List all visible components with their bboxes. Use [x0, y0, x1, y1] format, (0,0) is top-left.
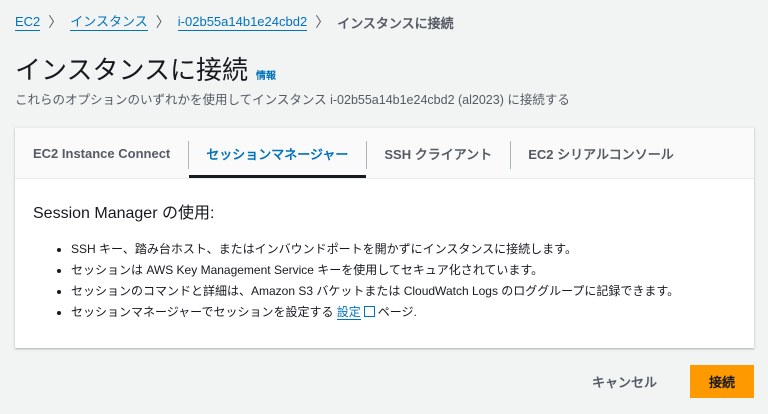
- feature-list: SSH キー、踏み台ホスト、またはインバウンドポートを開かずにインスタンスに接続…: [33, 239, 736, 323]
- tab-ec2-serial-console[interactable]: EC2 シリアルコンソール: [510, 128, 692, 178]
- list-item: セッションのコマンドと詳細は、Amazon S3 バケットまたは CloudWa…: [71, 281, 736, 302]
- settings-link[interactable]: 設定: [336, 305, 361, 320]
- connect-button[interactable]: 接続: [690, 365, 754, 398]
- list-item-text: セッションマネージャーでセッションを設定する: [71, 305, 337, 319]
- list-item: セッションマネージャーでセッションを設定する 設定 ページ.: [71, 302, 736, 323]
- page-title-text: インスタンスに接続: [15, 55, 248, 85]
- tab-list: EC2 Instance Connect セッションマネージャー SSH クライ…: [15, 128, 754, 179]
- chevron-right-icon: 〉: [48, 14, 63, 30]
- breadcrumb-instances[interactable]: インスタンス: [70, 14, 148, 31]
- tab-ec2-instance-connect[interactable]: EC2 Instance Connect: [15, 128, 188, 178]
- list-item: SSH キー、踏み台ホスト、またはインバウンドポートを開かずにインスタンスに接続…: [71, 239, 736, 260]
- page-subtitle: これらのオプションのいずれかを使用してインスタンス i-02b55a14b1e2…: [15, 93, 570, 107]
- tab-session-manager[interactable]: セッションマネージャー: [188, 128, 367, 178]
- list-item-text: ページ.: [377, 305, 417, 319]
- connect-panel: EC2 Instance Connect セッションマネージャー SSH クライ…: [15, 127, 754, 348]
- chevron-right-icon: 〉: [315, 14, 330, 30]
- breadcrumb-ec2[interactable]: EC2: [15, 14, 41, 31]
- external-link-icon[interactable]: [363, 306, 375, 317]
- info-link[interactable]: 情報: [256, 67, 276, 82]
- tab-ssh-client[interactable]: SSH クライアント: [366, 128, 510, 178]
- breadcrumb-instance-id[interactable]: i-02b55a14b1e24cbd2: [177, 14, 308, 31]
- chevron-right-icon: 〉: [155, 14, 170, 30]
- breadcrumb: EC2 〉 インスタンス 〉 i-02b55a14b1e24cbd2 〉 インス…: [15, 12, 454, 32]
- panel-heading: Session Manager の使用:: [33, 205, 215, 222]
- breadcrumb-current: インスタンスに接続: [337, 15, 454, 31]
- page-title: インスタンスに接続 情報: [15, 50, 276, 87]
- tab-content: Session Manager の使用: SSH キー、踏み台ホスト、またはイン…: [15, 179, 754, 343]
- cancel-button[interactable]: キャンセル: [592, 372, 657, 391]
- list-item: セッションは AWS Key Management Service キーを使用し…: [71, 260, 736, 281]
